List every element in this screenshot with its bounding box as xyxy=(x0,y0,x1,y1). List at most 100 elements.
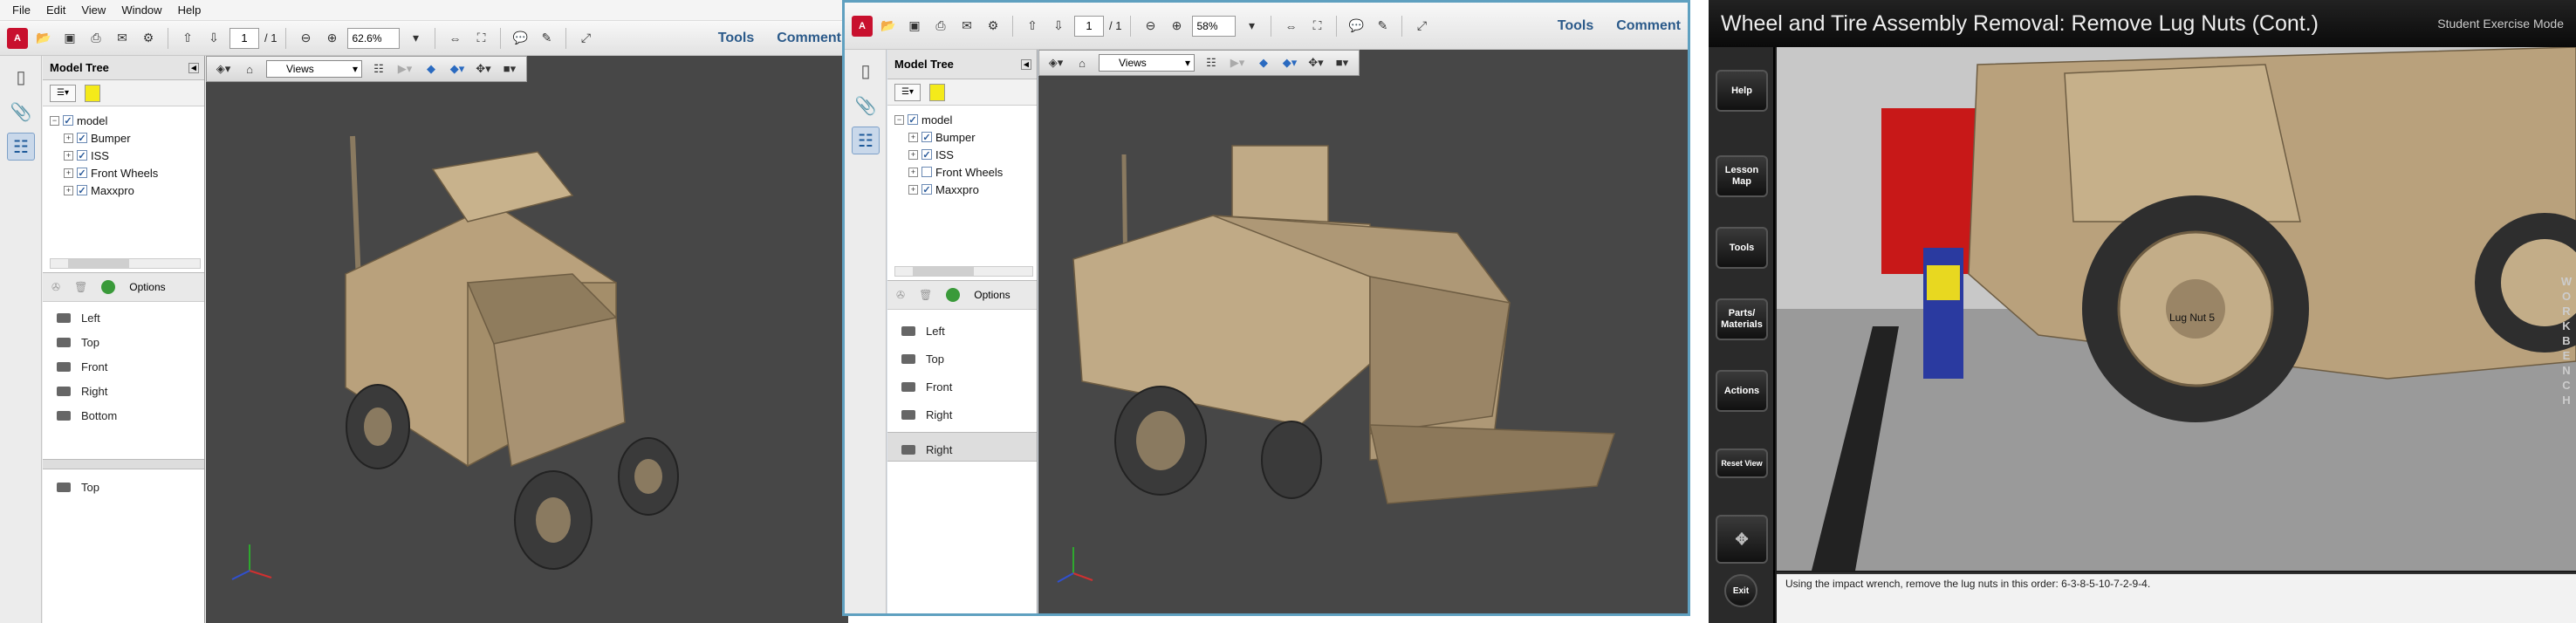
view-item-front[interactable]: Front xyxy=(887,373,1037,400)
fit-width-icon[interactable]: ⇔ xyxy=(1280,16,1301,37)
print-icon[interactable]: ⎙ xyxy=(930,16,951,37)
exit-button[interactable]: Exit xyxy=(1724,574,1757,607)
open-icon[interactable]: 📂 xyxy=(33,28,54,49)
zoom-out-icon[interactable]: ⊖ xyxy=(1140,16,1161,37)
options-button[interactable]: Options xyxy=(974,289,1010,301)
zoom-input[interactable]: 62.6% xyxy=(347,27,401,49)
save-icon[interactable]: ▣ xyxy=(59,28,80,49)
expand-icon[interactable]: + xyxy=(64,150,73,161)
tree-node-bumper[interactable]: + ✓ Bumper xyxy=(894,128,1030,146)
tools-link[interactable]: Tools xyxy=(1558,18,1593,34)
delete-icon[interactable]: 🗑 xyxy=(74,281,87,293)
print-icon[interactable]: ⎙ xyxy=(86,28,106,49)
next-page-icon[interactable]: ⇩ xyxy=(1048,16,1069,37)
zoom-dropdown-icon[interactable]: ▾ xyxy=(1241,16,1262,37)
lesson-map-button[interactable]: Lesson Map xyxy=(1716,155,1768,197)
expand-icon[interactable]: + xyxy=(908,149,918,160)
checkbox-icon[interactable]: ✓ xyxy=(77,185,87,196)
fit-page-icon[interactable]: ⛶ xyxy=(1306,16,1327,37)
tree-options-button[interactable]: ☰▾ xyxy=(50,84,76,102)
page-number-input[interactable]: 1 xyxy=(1074,15,1104,37)
save-icon[interactable]: ▣ xyxy=(904,16,925,37)
horizontal-scrollbar[interactable] xyxy=(894,266,1033,277)
checkbox-icon[interactable]: ✓ xyxy=(63,115,73,127)
pages-icon[interactable]: ▯ xyxy=(852,57,880,85)
add-view-icon[interactable] xyxy=(946,288,961,302)
tree-node-iss[interactable]: + ✓ ISS xyxy=(50,147,197,164)
menu-view[interactable]: View xyxy=(81,3,106,17)
menu-window[interactable]: Window xyxy=(121,3,161,17)
zoom-dropdown-icon[interactable]: ▾ xyxy=(405,28,426,49)
view-item-top[interactable]: Top xyxy=(887,345,1037,373)
email-icon[interactable]: ✉ xyxy=(112,28,133,49)
3d-garage-scene[interactable]: Lug Nut 5 WORKBENCH xyxy=(1777,47,2576,571)
expand-icon[interactable]: + xyxy=(64,185,73,195)
checkbox-icon[interactable]: ✓ xyxy=(908,114,918,126)
attachments-icon[interactable]: 📎 xyxy=(852,92,880,120)
sign-icon[interactable]: ✎ xyxy=(536,28,557,49)
tree-node-maxxpro[interactable]: + ✓ Maxxpro xyxy=(50,181,197,199)
close-panel-icon[interactable]: ◂ xyxy=(188,62,199,73)
3d-viewer[interactable]: ◈▾ ⌂ Views ▾ ☷ ▶▾ ◆ ◆▾ ✥▾ ■▾ xyxy=(1038,50,1688,613)
zoom-input[interactable]: 58% xyxy=(1192,15,1237,37)
checkbox-icon[interactable]: ✓ xyxy=(77,150,87,161)
expand-icon[interactable]: + xyxy=(908,167,918,177)
comment-icon[interactable]: 💬 xyxy=(510,28,531,49)
prev-page-icon[interactable]: ⇧ xyxy=(1022,16,1043,37)
reset-view-button[interactable]: Reset View xyxy=(1716,448,1768,478)
model-tree-icon[interactable]: ☷ xyxy=(852,127,880,154)
expand-icon[interactable]: ⤢ xyxy=(575,28,596,49)
zoom-out-icon[interactable]: ⊖ xyxy=(295,28,316,49)
checkbox-icon[interactable]: ✓ xyxy=(921,184,932,195)
highlight-color-button[interactable] xyxy=(929,83,945,101)
tree-node-root[interactable]: − ✓ model xyxy=(50,112,197,129)
attachments-icon[interactable]: 📎 xyxy=(7,98,35,126)
fit-width-icon[interactable]: ⇔ xyxy=(444,28,465,49)
collapse-icon[interactable]: − xyxy=(50,115,59,126)
create-pdf-icon[interactable]: A xyxy=(852,15,873,37)
comment-link[interactable]: Comment xyxy=(777,31,841,46)
expand-icon[interactable]: + xyxy=(64,133,73,143)
3d-viewer[interactable]: ◈▾ ⌂ Views ▾ ☷ ▶▾ ◆ ◆▾ ✥▾ ■▾ xyxy=(206,56,848,623)
collapse-icon[interactable]: − xyxy=(894,114,904,125)
page-number-input[interactable]: 1 xyxy=(230,27,259,49)
camera-icon[interactable]: ✇ xyxy=(896,289,905,301)
menu-edit[interactable]: Edit xyxy=(46,3,65,17)
tools-link[interactable]: Tools xyxy=(718,31,754,46)
model-tree-icon[interactable]: ☷ xyxy=(7,133,35,161)
zoom-in-icon[interactable]: ⊕ xyxy=(321,28,342,49)
tree-node-front-wheels[interactable]: + ✓ Front Wheels xyxy=(50,164,197,181)
checkbox-icon[interactable]: ✓ xyxy=(77,168,87,179)
tree-node-iss[interactable]: + ✓ ISS xyxy=(894,146,1030,163)
actions-button[interactable]: Actions xyxy=(1716,370,1768,412)
tree-node-root[interactable]: − ✓ model xyxy=(894,111,1030,128)
menu-file[interactable]: File xyxy=(12,3,31,17)
panel-splitter[interactable] xyxy=(43,459,204,469)
open-icon[interactable]: 📂 xyxy=(878,16,899,37)
highlight-color-button[interactable] xyxy=(85,84,100,102)
view-item-right[interactable]: Right xyxy=(43,379,204,403)
create-pdf-icon[interactable]: A xyxy=(7,27,28,49)
menu-help[interactable]: Help xyxy=(178,3,202,17)
comment-link[interactable]: Comment xyxy=(1616,18,1681,34)
pages-icon[interactable]: ▯ xyxy=(7,63,35,91)
expand-icon[interactable]: + xyxy=(908,132,918,142)
view-item-top[interactable]: Top xyxy=(43,330,204,354)
close-panel-icon[interactable]: ◂ xyxy=(1021,58,1031,70)
help-button[interactable]: Help xyxy=(1716,70,1768,112)
checkbox-icon[interactable] xyxy=(921,167,932,177)
workbench-tab[interactable]: WORKBENCH xyxy=(2559,274,2574,407)
settings-icon[interactable]: ⚙ xyxy=(138,28,159,49)
tree-node-maxxpro[interactable]: + ✓ Maxxpro xyxy=(894,181,1030,198)
camera-icon[interactable]: ✇ xyxy=(51,281,60,293)
delete-icon[interactable]: 🗑 xyxy=(919,289,932,301)
expand-icon[interactable]: + xyxy=(64,168,73,178)
view-item-bottom[interactable]: Bottom xyxy=(43,403,204,428)
checkbox-icon[interactable]: ✓ xyxy=(921,149,932,161)
checkbox-icon[interactable]: ✓ xyxy=(77,133,87,144)
comment-icon[interactable]: 💬 xyxy=(1346,16,1367,37)
horizontal-scrollbar[interactable] xyxy=(50,258,201,269)
tree-options-button[interactable]: ☰▾ xyxy=(894,83,921,101)
add-view-icon[interactable] xyxy=(101,280,116,294)
email-icon[interactable]: ✉ xyxy=(956,16,977,37)
